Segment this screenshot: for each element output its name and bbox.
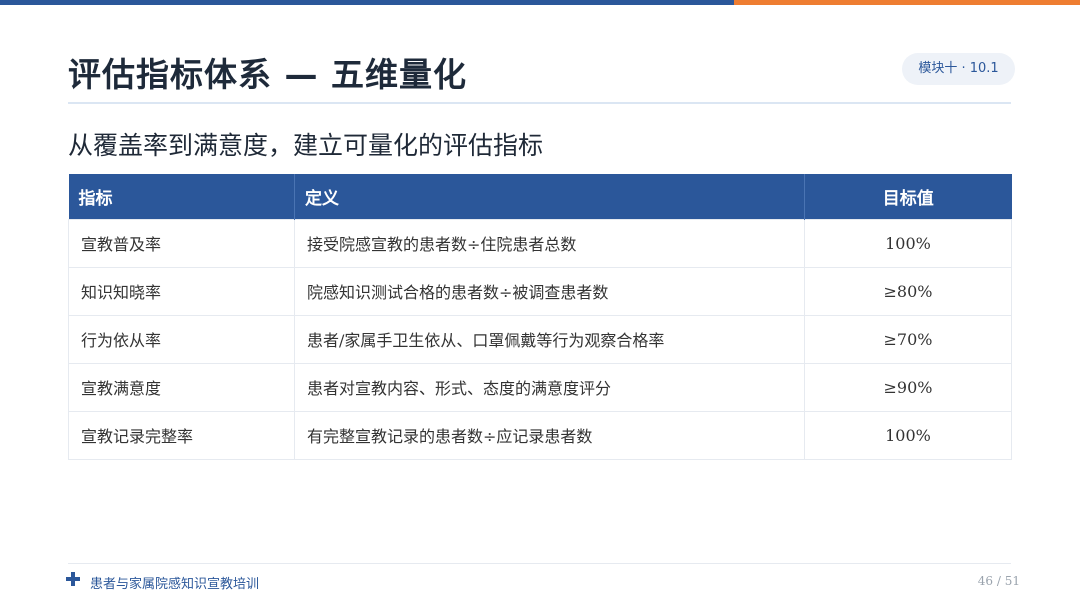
table-row: 行为依从率 患者/家属手卫生依从、口罩佩戴等行为观察合格率 ≥70% (68, 314, 1012, 364)
definition-cell: 患者/家属手卫生依从、口罩佩戴等行为观察合格率 (294, 314, 805, 364)
target-cell: ≥90% (804, 362, 1012, 412)
page-subtitle: 从覆盖率到满意度，建立可量化的评估指标 (68, 131, 544, 160)
definition-cell: 院感知识测试合格的患者数÷被调查患者数 (294, 266, 805, 316)
metrics-table: 指标 定义 目标值 宣教普及率 接受院感宣教的患者数÷住院患者总数 100% 知… (68, 174, 1012, 460)
target-cell: 100% (804, 410, 1012, 460)
table-header-row: 指标 定义 目标值 (68, 174, 1012, 219)
target-cell: 100% (804, 218, 1012, 268)
footer-divider (68, 563, 1011, 564)
module-badge: 模块十 · 10.1 (902, 53, 1015, 85)
definition-cell: 接受院感宣教的患者数÷住院患者总数 (294, 218, 805, 268)
metric-cell: 行为依从率 (68, 314, 295, 364)
page-title: 评估指标体系 — 五维量化 (68, 55, 467, 94)
top-accent-bar-blue (0, 0, 734, 5)
table-row: 知识知晓率 院感知识测试合格的患者数÷被调查患者数 ≥80% (68, 266, 1012, 316)
column-header-definition: 定义 (294, 174, 805, 219)
metric-cell: 宣教满意度 (68, 362, 295, 412)
table-row: 宣教满意度 患者对宣教内容、形式、态度的满意度评分 ≥90% (68, 362, 1012, 412)
column-header-metric: 指标 (68, 174, 295, 219)
top-accent-bar-orange (734, 0, 1080, 5)
page-number: 46 / 51 (977, 574, 1020, 588)
target-cell: ≥80% (804, 266, 1012, 316)
table-row: 宣教记录完整率 有完整宣教记录的患者数÷应记录患者数 100% (68, 410, 1012, 460)
definition-cell: 患者对宣教内容、形式、态度的满意度评分 (294, 362, 805, 412)
title-divider (68, 102, 1011, 104)
metric-cell: 知识知晓率 (68, 266, 295, 316)
table-row: 宣教普及率 接受院感宣教的患者数÷住院患者总数 100% (68, 218, 1012, 268)
metric-cell: 宣教记录完整率 (68, 410, 295, 460)
column-header-target: 目标值 (804, 174, 1012, 219)
plus-icon (66, 572, 80, 586)
footer-course-title: 患者与家属院感知识宣教培训 (90, 577, 260, 592)
target-cell: ≥70% (804, 314, 1012, 364)
metric-cell: 宣教普及率 (68, 218, 295, 268)
definition-cell: 有完整宣教记录的患者数÷应记录患者数 (294, 410, 805, 460)
